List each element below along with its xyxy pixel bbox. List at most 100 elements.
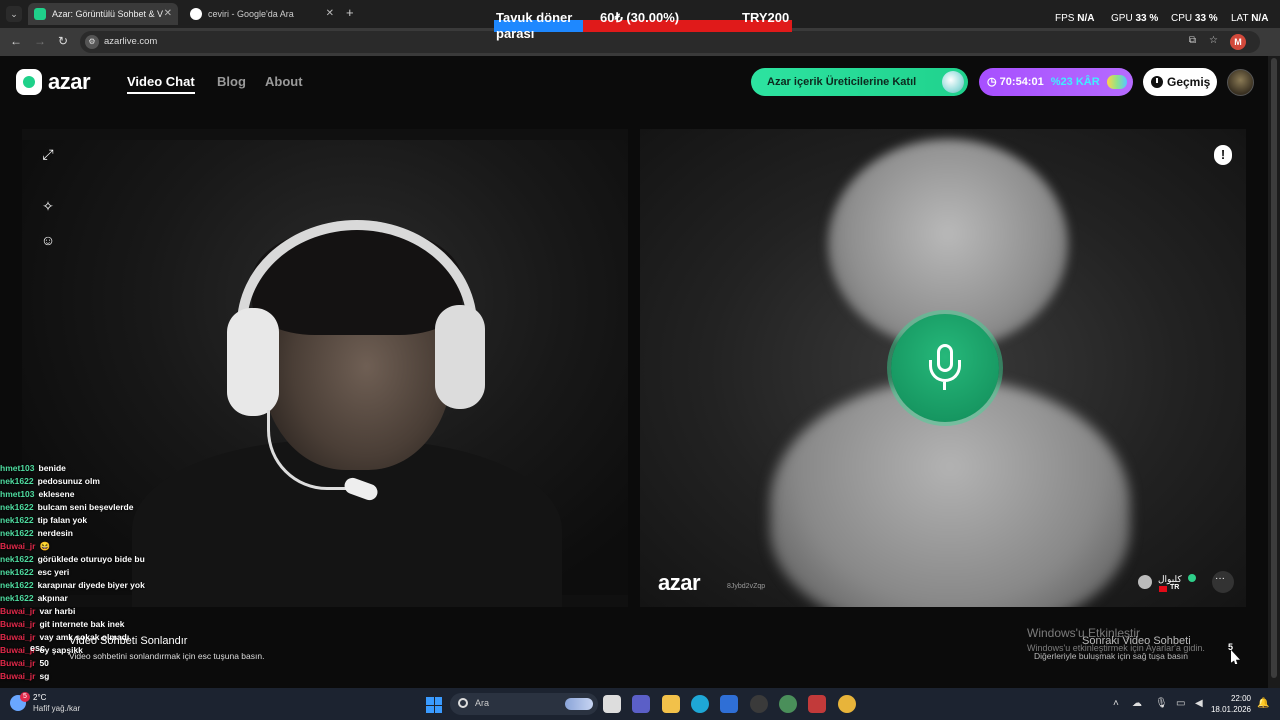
install-app-icon[interactable]: ⧉ [1189,35,1196,46]
nav-about[interactable]: About [265,74,303,89]
chat-message: nek1622 görüklede oturuyo bide bu [0,554,145,564]
nav-video-chat[interactable]: Video Chat [127,74,195,89]
azar-logo[interactable]: azar [16,69,91,95]
chat-message: nek1622 akpınar [0,593,68,603]
chat-message: Buwai_jr git internete bak inek [0,619,125,629]
peer-info[interactable]: كلبوال TR [1138,571,1200,595]
goal-target: TRY200 [742,10,790,25]
chat-message: Buwai_jr var harbi [0,606,76,616]
tab-google[interactable]: ceviri - Google'da Ara ✕ [184,3,340,25]
search-icon [458,698,468,708]
weather-temp: 2°C [33,693,47,702]
promo-timer-button[interactable]: ◷ 70:54:01 %23 KÂR [979,68,1133,96]
nav-blog[interactable]: Blog [217,74,246,89]
task-view-icon[interactable] [603,695,621,713]
voice-chat-button[interactable] [891,314,999,422]
taskbar-search[interactable]: Ara [450,693,598,715]
verified-icon [1188,574,1196,582]
report-icon[interactable]: ! [1214,145,1232,165]
store-icon[interactable] [720,695,738,713]
next-chat-description: Diğerleriyle buluşmak için sağ tuşa bası… [1034,651,1189,661]
new-tab-button[interactable]: + [346,5,354,20]
user-avatar[interactable] [1227,69,1254,96]
chrome-icon[interactable] [838,695,856,713]
app-icon[interactable] [808,695,826,713]
profile-avatar[interactable]: M [1230,34,1246,50]
teams-icon[interactable] [632,695,650,713]
tab-search-button[interactable]: ⌄ [6,6,22,22]
back-arrow-icon[interactable]: ← [10,34,22,48]
taskbar-time[interactable]: 22:00 [1213,694,1251,703]
chat-message: nek1622 esc yeri [0,567,70,577]
tray-overflow-icon[interactable]: ˄ [1113,698,1119,709]
history-clock-icon [1151,76,1163,88]
turkey-flag-icon [1159,586,1167,592]
active-nav-underline [127,92,195,94]
donation-goal-overlay: Tavuk döner parası 60₺ (30.00%) TRY200 [494,9,792,41]
next-key-hint: 5 [1228,642,1234,652]
chrome-profile-icon[interactable] [779,695,797,713]
reload-icon[interactable]: ↻ [58,34,68,48]
timer-icon: ◷ [987,76,997,88]
next-chat-title: Sonraki Video Sohbeti [1082,635,1191,647]
chat-message: nek1622 nerdesin [0,528,73,538]
end-chat-title: Video Sohbeti Sonlandır [69,635,188,647]
forward-arrow-icon[interactable]: → [34,34,46,48]
chat-bubble-icon[interactable] [1212,571,1234,593]
magic-wand-icon[interactable]: ✧ [39,197,57,215]
latency-stat: LAT N/A [1231,13,1269,24]
windows-taskbar: 5 2°C Hafif yağ./kar Ara ˄ ☁ 🎙 ▭ ◀ 22:00… [0,688,1280,720]
chat-message: nek1622 pedosunuz olm [0,476,100,486]
goal-amount: 60₺ (30.00%) [600,10,680,25]
creator-program-button[interactable]: Azar içerik Üreticilerine Katıl [751,68,968,96]
session-id: 8Jybd2vZqp [727,583,766,590]
volume-icon[interactable]: ◀ [1195,698,1203,709]
chat-message: hmet103 eklesene [0,489,75,499]
wifi-icon[interactable]: ▭ [1176,698,1185,709]
page-scrollbar[interactable] [1268,56,1280,688]
bookmark-star-icon[interactable]: ☆ [1209,35,1218,46]
windows-start-icon[interactable] [426,697,442,713]
network-tray-icon[interactable]: ☁ [1132,698,1142,709]
peer-avatar [1138,575,1152,589]
notification-bell-icon[interactable]: 🔔 [1257,698,1269,709]
chat-message: nek1622 karapınar diyede biyer yok [0,580,145,590]
expand-icon[interactable]: ⤢ [39,145,57,163]
chat-message: hmet103 benide [0,463,66,473]
gems-icon [1107,75,1127,89]
chat-message: Buwai_jr 😆 [0,541,51,551]
obs-icon[interactable] [750,695,768,713]
mic-tray-icon[interactable]: 🎙 [1155,698,1168,709]
chat-message: nek1622 bulcam seni beşevlerde [0,502,134,512]
azar-favicon-icon [34,8,46,20]
fps-stat: FPS N/A [1055,13,1095,24]
taskbar-date[interactable]: 18.01.2026 [1210,705,1251,714]
cpu-stat: CPU 33 % [1171,13,1218,24]
weather-desc: Hafif yağ./kar [33,704,81,713]
weather-badge: 5 [20,692,30,702]
end-chat-description: Video sohbetini sonlandırmak için esc tu… [69,651,265,661]
creator-badge-icon [942,71,964,93]
tab-azar[interactable]: Azar: Görüntülü Sohbet & V ✕ [28,3,178,25]
chat-message: nek1622 tip falan yok [0,515,88,525]
edge-icon[interactable] [691,695,709,713]
weather-widget[interactable]: 5 2°C Hafif yağ./kar [10,692,100,717]
sticker-icon[interactable]: ☺ [39,231,57,249]
promo-timer: 70:54:01 [999,76,1044,88]
video-watermark-logo: azar [658,570,701,595]
file-explorer-icon[interactable] [662,695,680,713]
address-bar[interactable]: ⚙ azarlive.com ⧉ ☆ M [80,31,1260,53]
close-tab-icon[interactable]: ✕ [326,3,334,25]
azar-logo-icon [16,69,42,95]
site-info-icon[interactable]: ⚙ [85,35,99,49]
close-tab-icon[interactable]: ✕ [164,3,172,25]
tab-title: ceviri - Google'da Ara [208,9,294,19]
goal-name: Tavuk döner parası [496,10,573,41]
url-text: azarlive.com [104,36,158,47]
scrollbar-thumb[interactable] [1271,58,1277,678]
site-header: azar Video Chat Blog About Azar içerik Ü… [0,56,1268,108]
peer-country: TR [1170,584,1180,591]
gpu-stat: GPU 33 % [1111,13,1159,24]
history-button[interactable]: Geçmiş [1143,68,1217,96]
esc-key-hint: esc [30,643,46,653]
